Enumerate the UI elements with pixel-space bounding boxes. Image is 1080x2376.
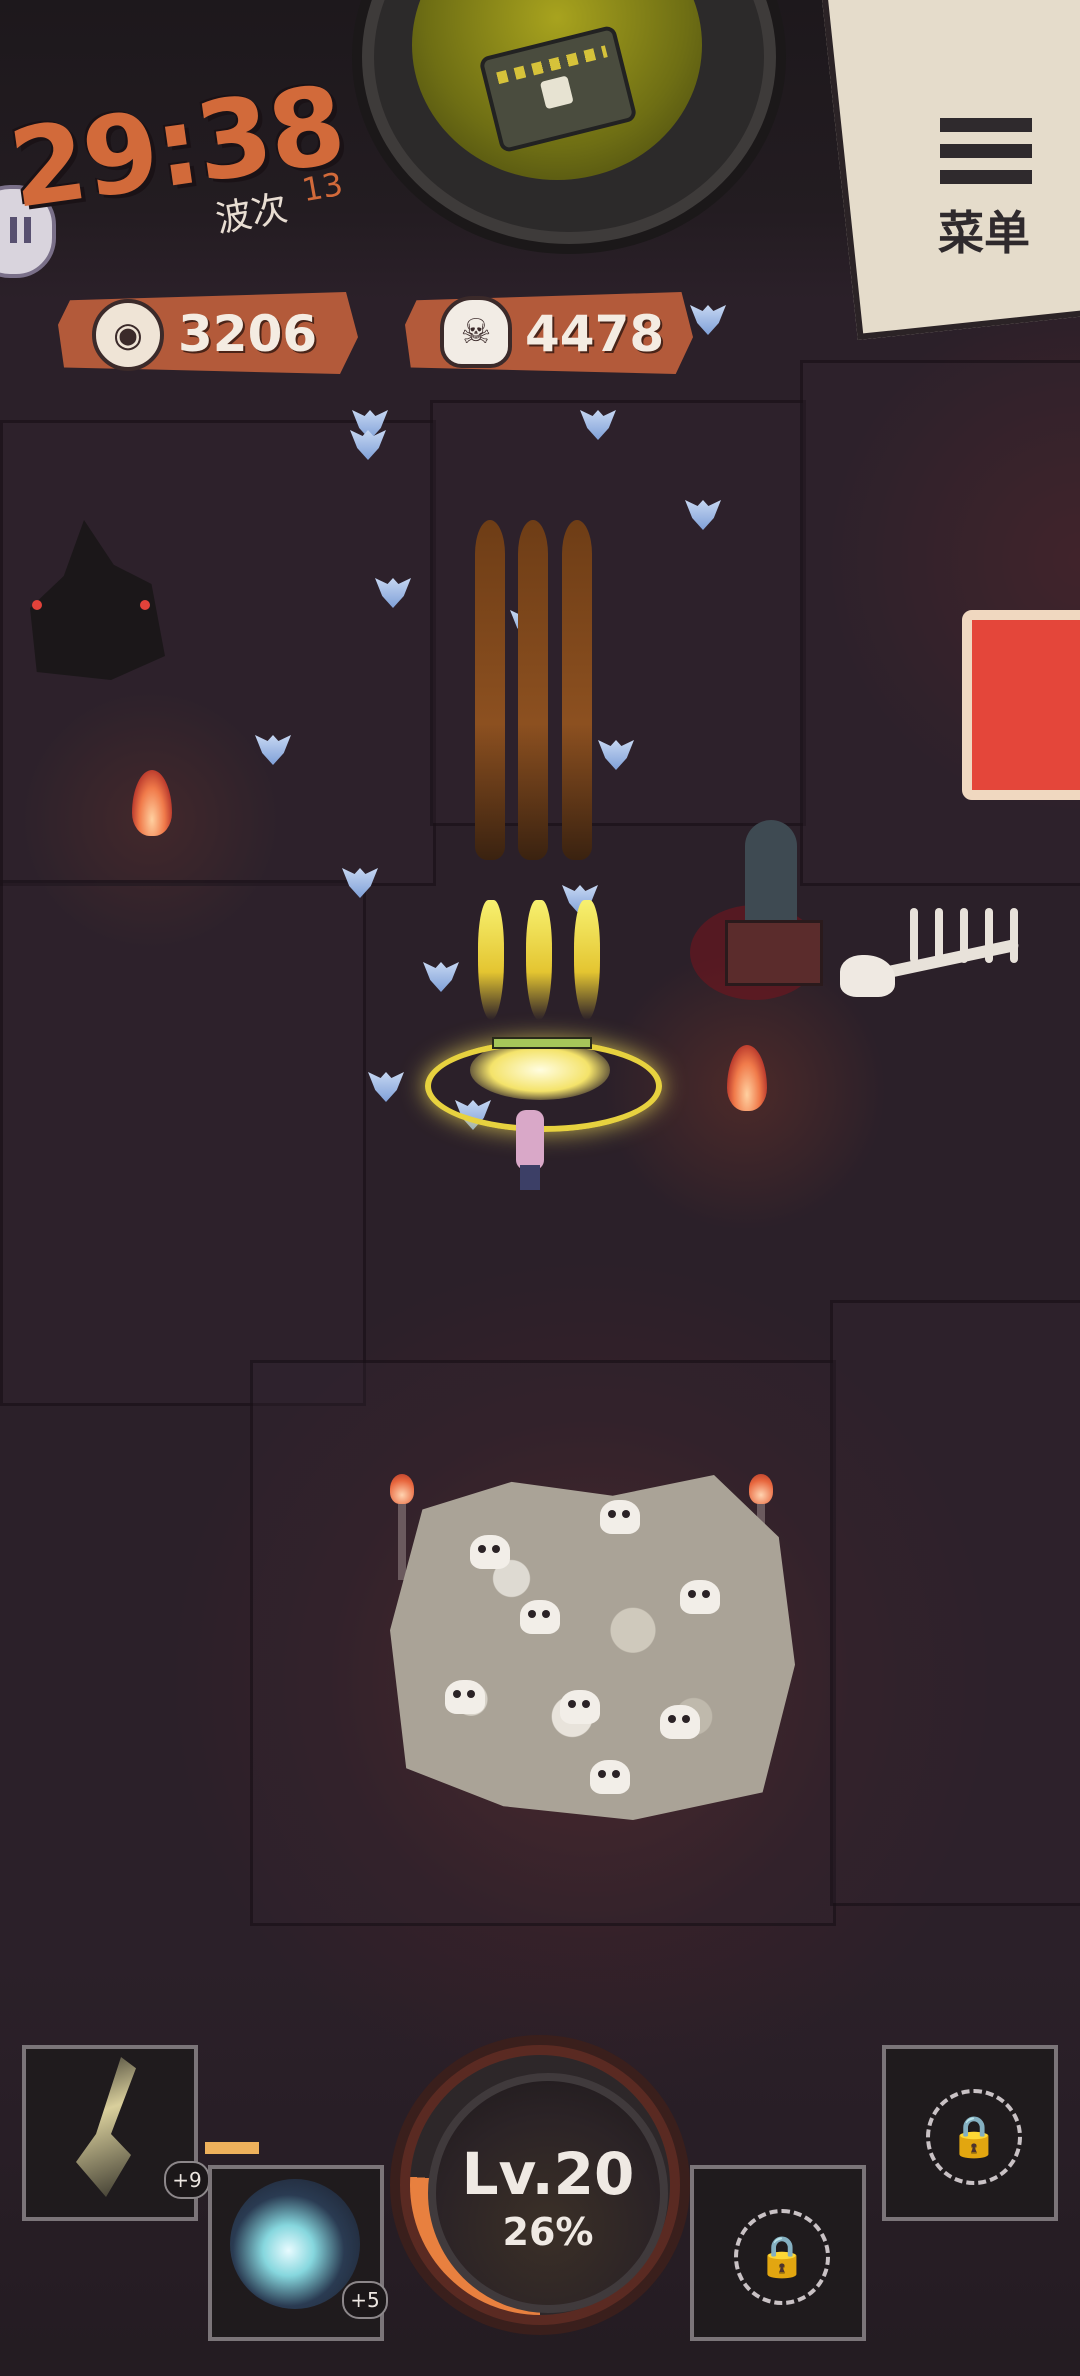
ember xyxy=(140,600,150,610)
event-signpost[interactable] xyxy=(962,610,1080,800)
weapon-level-badge: +5 xyxy=(342,2281,388,2319)
crystal-relic-icon xyxy=(230,2179,360,2309)
floor-tile xyxy=(0,880,366,1406)
menu-button-label[interactable]: 菜单 xyxy=(938,197,1030,263)
level-progress-percent: 26% xyxy=(502,2210,594,2254)
eye-coin-icon: ◉ xyxy=(92,299,164,371)
pile-skull xyxy=(680,1580,720,1614)
pile-skull xyxy=(560,1690,600,1724)
stone-totem xyxy=(725,820,823,986)
weapon-level-badge: +9 xyxy=(164,2161,210,2199)
pile-skull xyxy=(445,1680,485,1714)
beast-skeleton xyxy=(820,900,1040,1030)
torch xyxy=(390,1474,414,1580)
pile-skull xyxy=(520,1600,560,1634)
kill-count: 4478 xyxy=(525,305,665,363)
locked-slot[interactable]: 🔒 xyxy=(882,2045,1058,2221)
skull-icon: ☠ xyxy=(440,296,512,368)
lock-icon: 🔒 xyxy=(926,2089,1022,2185)
weapon-xp-strip xyxy=(205,2142,259,2154)
pile-skull xyxy=(590,1760,630,1794)
pile-skull xyxy=(660,1705,700,1739)
player-health-bar xyxy=(492,1037,592,1049)
pile-skull xyxy=(470,1535,510,1569)
wave-value: 13 xyxy=(299,164,346,210)
floor-tile xyxy=(830,1300,1080,1906)
lock-icon: 🔒 xyxy=(734,2209,830,2305)
ember xyxy=(32,600,42,610)
pile-skull xyxy=(600,1500,640,1534)
hamburger-icon[interactable] xyxy=(940,118,1032,184)
bullet-burst-effect xyxy=(476,900,606,1020)
weapon-slot-crystal[interactable]: +5 xyxy=(208,2165,388,2341)
locked-slot[interactable]: 🔒 xyxy=(690,2165,866,2341)
weapon-slot-sword[interactable]: +9 xyxy=(22,2045,210,2221)
claw-slash-effect xyxy=(470,520,600,860)
sword-relic-icon xyxy=(76,2057,136,2197)
player-level: Lv.20 xyxy=(461,2140,635,2208)
player-character xyxy=(508,1095,552,1190)
coin-count: 3206 xyxy=(178,305,318,363)
